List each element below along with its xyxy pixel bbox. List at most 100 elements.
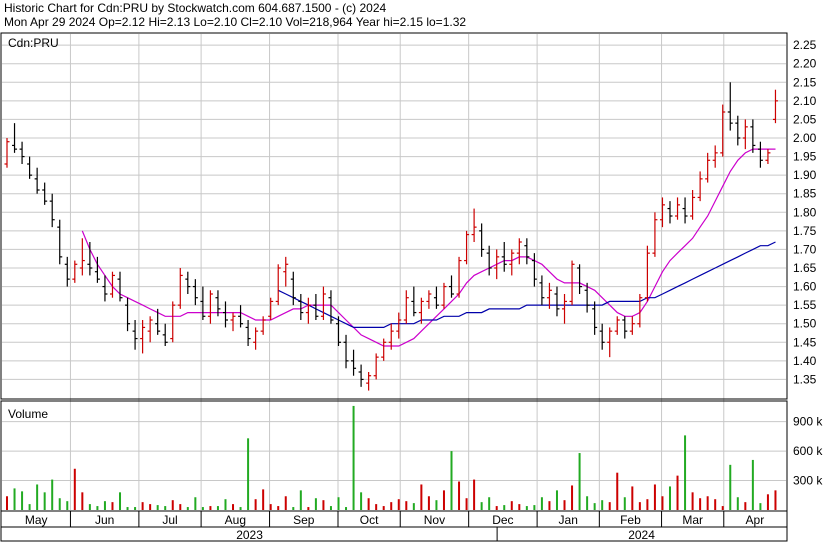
price-tick-label: 1.40 xyxy=(793,354,817,368)
volume-bar xyxy=(269,504,272,510)
price-tick-label: 2.15 xyxy=(793,75,817,89)
ohlc-bar xyxy=(690,190,696,220)
ohlc-bar xyxy=(403,290,409,324)
moving-average-short-line xyxy=(81,148,776,347)
ohlc-bar xyxy=(268,297,274,320)
volume-bar xyxy=(736,497,739,510)
ohlc-bar xyxy=(629,316,635,335)
volume-bar xyxy=(631,486,634,510)
month-label: Mar xyxy=(682,513,703,527)
volume-bar xyxy=(28,504,31,510)
volume-bar xyxy=(571,485,574,510)
ohlc-bar xyxy=(132,320,138,350)
volume-bar xyxy=(284,496,287,510)
ohlc-bar xyxy=(19,141,25,164)
ohlc-bar xyxy=(170,301,176,343)
price-tick-label: 2.05 xyxy=(793,112,817,126)
month-label: Jul xyxy=(162,513,177,527)
volume-bar xyxy=(661,496,664,510)
volume-bar xyxy=(510,501,513,510)
volume-bar xyxy=(119,492,122,510)
ohlc-bar xyxy=(531,253,537,287)
volume-bar xyxy=(503,505,506,510)
volume-bar xyxy=(714,499,717,510)
volume-bar xyxy=(668,486,671,510)
volume-bar xyxy=(171,500,174,510)
ohlc-bar xyxy=(207,290,213,324)
year-labels: 2023 2024 xyxy=(236,527,655,542)
volume-bar xyxy=(676,475,679,510)
year-label: 2023 xyxy=(236,528,263,542)
volume-bar xyxy=(352,405,355,510)
ohlc-bar xyxy=(697,171,703,202)
ohlc-bar xyxy=(260,316,266,335)
ohlc-bar xyxy=(757,141,763,168)
month-gridlines xyxy=(69,34,725,527)
volume-bar xyxy=(103,501,106,510)
volume-bar xyxy=(601,500,604,510)
ohlc-bar xyxy=(592,301,598,335)
ohlc-bar xyxy=(486,245,492,276)
ohlc-bar xyxy=(524,238,530,265)
volume-bar xyxy=(141,502,144,510)
volume-bar xyxy=(156,505,159,510)
volume-bar xyxy=(322,500,325,510)
volume-bar xyxy=(646,499,649,510)
volume-bar xyxy=(390,502,393,510)
volume-bar xyxy=(691,492,694,510)
volume-bar xyxy=(721,506,724,510)
volume-bar xyxy=(73,468,76,510)
volume-bar xyxy=(126,507,129,510)
ohlc-bar xyxy=(772,89,778,124)
volume-bar xyxy=(81,492,84,510)
ohlc-bar xyxy=(411,286,417,317)
ohlc-bar xyxy=(358,364,364,387)
ohlc-bar xyxy=(34,167,40,194)
price-tick-label: 1.65 xyxy=(793,261,817,275)
price-tick-label: 1.95 xyxy=(793,150,817,164)
ohlc-bar xyxy=(253,327,259,350)
volume-bar xyxy=(729,464,732,510)
ohlc-bar xyxy=(562,294,568,324)
volume-bar xyxy=(224,499,227,510)
volume-bar xyxy=(277,506,280,510)
volume-bar xyxy=(706,496,709,510)
volume-bar xyxy=(480,502,483,510)
ohlc-bar xyxy=(479,223,485,257)
ohlc-bar xyxy=(79,238,85,276)
price-tick-label: 1.45 xyxy=(793,335,817,349)
volume-bar xyxy=(134,507,137,510)
price-panel-frame xyxy=(0,32,788,400)
ohlc-bar xyxy=(735,115,741,146)
volume-tick-label: 900 k xyxy=(793,415,823,429)
ohlc-bar xyxy=(230,312,236,332)
volume-bar xyxy=(427,496,430,510)
volume-bar xyxy=(6,496,8,510)
volume-bar xyxy=(58,498,61,510)
volume-bar xyxy=(751,459,754,510)
volume-bar xyxy=(307,507,310,510)
volume-bar xyxy=(179,504,182,510)
volume-bar xyxy=(262,489,265,510)
price-tick-label: 1.75 xyxy=(793,224,817,238)
volume-bar xyxy=(186,507,189,510)
volume-bar xyxy=(329,506,332,510)
volume-bar xyxy=(88,504,91,510)
volume-bar xyxy=(540,497,543,510)
ohlc-bar xyxy=(373,353,379,380)
volume-bar xyxy=(533,505,536,510)
volume-bar xyxy=(201,507,204,510)
volume-bar xyxy=(442,490,445,510)
ohlc-bar xyxy=(343,334,349,369)
volume-bar xyxy=(337,497,340,510)
price-tick-label: 1.55 xyxy=(793,298,817,312)
volume-bar xyxy=(149,504,152,510)
volume-bar xyxy=(518,504,521,510)
month-label: Jun xyxy=(95,513,114,527)
price-tick-label: 1.90 xyxy=(793,168,817,182)
volume-bar xyxy=(247,438,250,510)
ohlc-bar xyxy=(49,193,55,228)
volume-bar xyxy=(254,499,257,510)
volume-bar xyxy=(638,502,641,510)
volume-bar xyxy=(239,507,242,510)
